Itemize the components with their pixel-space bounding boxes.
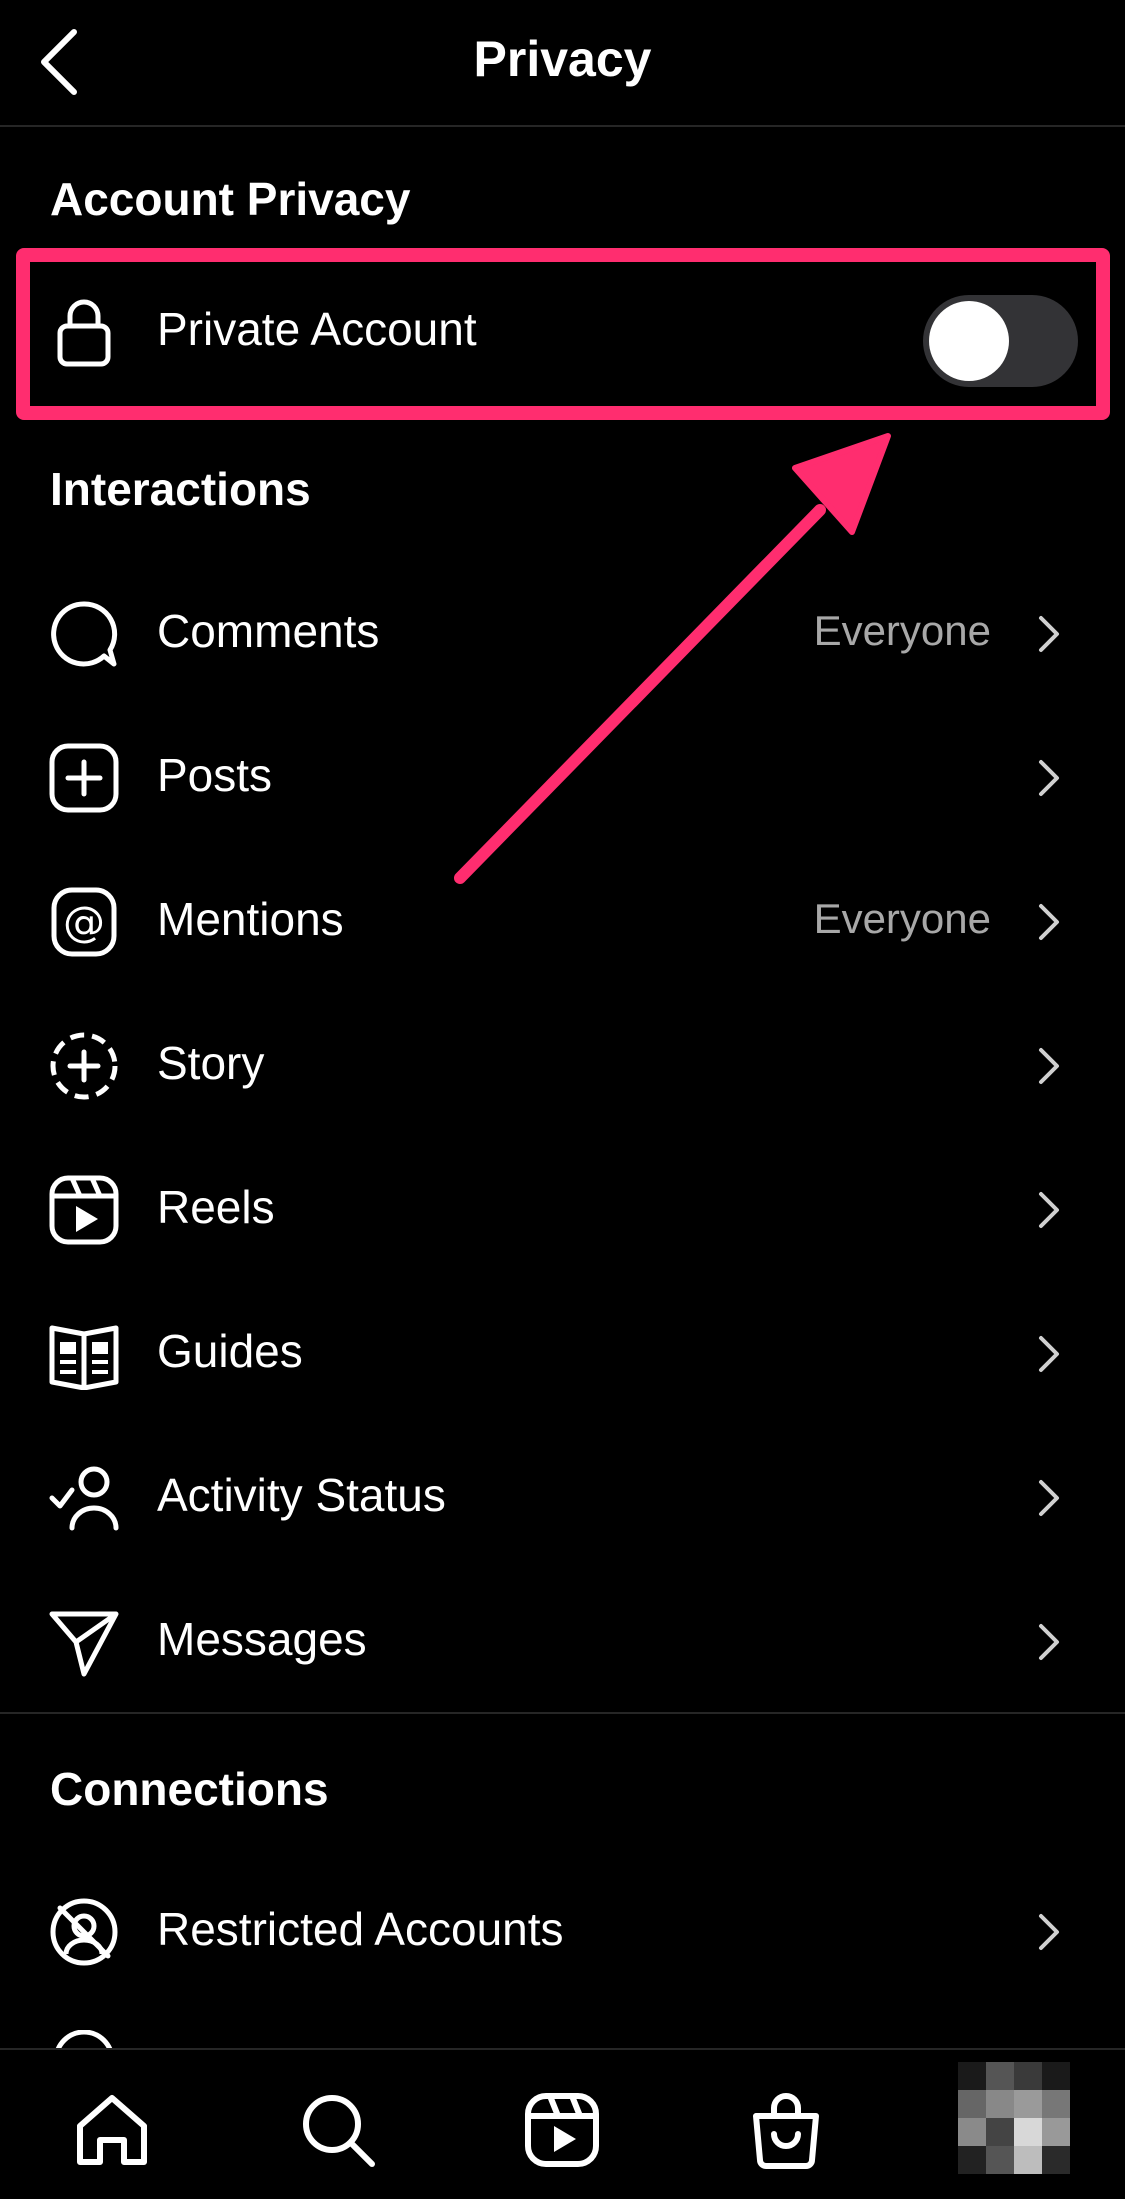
paper-plane-icon (49, 1611, 119, 1677)
at-sign-icon: @ (51, 887, 117, 957)
row-label: Mentions (157, 893, 344, 945)
private-account-label: Private Account (157, 303, 477, 355)
restricted-icon (50, 1898, 118, 1966)
chevron-right-icon (1039, 760, 1059, 796)
search-icon (303, 2095, 375, 2167)
private-account-toggle[interactable] (923, 295, 1078, 387)
row-activity-status[interactable]: Activity Status (0, 1426, 1125, 1570)
row-restricted-accounts[interactable]: Restricted Accounts (0, 1860, 1125, 2004)
section-title-connections: Connections (50, 1763, 329, 1815)
reels-icon (525, 2093, 599, 2167)
profile-avatar (958, 2062, 1070, 2174)
row-label: Activity Status (157, 1469, 446, 1521)
comment-icon (51, 601, 118, 667)
tab-reels[interactable] (522, 2090, 602, 2170)
row-label: Comments (157, 605, 380, 657)
svg-text:@: @ (63, 897, 105, 946)
row-value: Everyone (813, 607, 991, 654)
activity-status-icon (49, 1466, 119, 1531)
row-messages[interactable]: Messages (0, 1570, 1125, 1714)
guides-icon (49, 1325, 119, 1390)
chevron-right-icon (1039, 1480, 1059, 1516)
chevron-right-icon (1039, 1048, 1059, 1084)
row-label: Posts (157, 749, 273, 801)
tab-home[interactable] (72, 2090, 152, 2170)
tab-profile-avatar[interactable] (958, 2062, 1070, 2174)
chevron-right-icon (1039, 1192, 1059, 1228)
story-add-icon (50, 1032, 118, 1100)
chevron-right-icon (1039, 616, 1059, 652)
plus-square-icon (49, 743, 119, 813)
page-title: Privacy (473, 31, 652, 87)
header: Privacy (0, 0, 1125, 127)
row-label: Reels (157, 1181, 275, 1233)
row-label: Story (157, 1037, 265, 1089)
row-comments[interactable]: Comments Everyone (0, 562, 1125, 706)
home-icon (77, 2095, 147, 2165)
row-posts[interactable]: Posts (0, 706, 1125, 850)
shop-icon (753, 2093, 819, 2169)
toggle-knob (929, 301, 1009, 381)
row-guides[interactable]: Guides (0, 1282, 1125, 1426)
tab-search[interactable] (298, 2090, 378, 2170)
bottom-tab-bar (0, 2048, 1125, 2199)
lock-icon (57, 299, 111, 367)
row-label: Restricted Accounts (157, 1903, 564, 1955)
section-divider (0, 1712, 1125, 1714)
tab-shop[interactable] (746, 2090, 826, 2170)
row-reels[interactable]: Reels (0, 1138, 1125, 1282)
row-label: Messages (157, 1613, 367, 1665)
chevron-right-icon (1039, 1914, 1059, 1950)
chevron-right-icon (1039, 1624, 1059, 1660)
row-mentions[interactable]: @ Mentions Everyone (0, 850, 1125, 994)
reels-icon (49, 1175, 119, 1245)
section-title-account-privacy: Account Privacy (50, 173, 411, 225)
row-label: Guides (157, 1325, 303, 1377)
chevron-right-icon (1039, 904, 1059, 940)
row-value: Everyone (813, 895, 991, 942)
chevron-right-icon (1039, 1336, 1059, 1372)
row-story[interactable]: Story (0, 994, 1125, 1138)
section-title-interactions: Interactions (50, 463, 311, 515)
